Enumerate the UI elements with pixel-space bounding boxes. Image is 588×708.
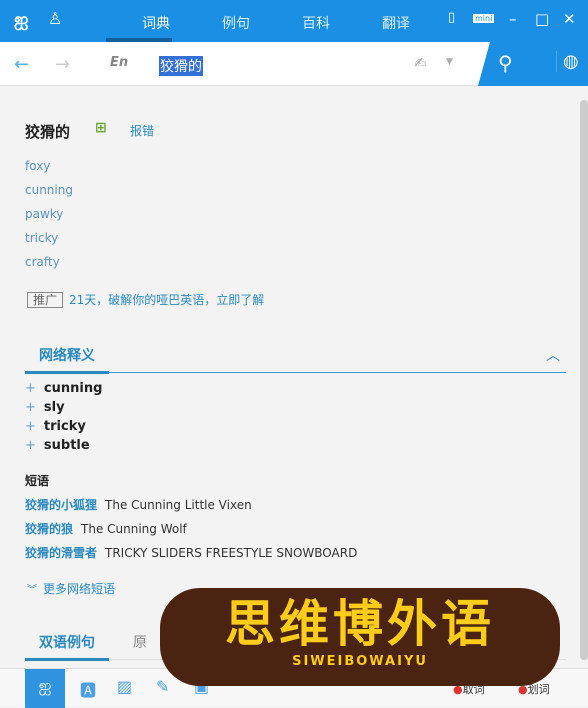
search-button[interactable]: ⚲ ◍ (478, 42, 588, 86)
search-bar: ← → En 狡猾的 ✍ ▼ ⚲ ◍ (0, 42, 588, 86)
expand-icon[interactable]: + (25, 438, 36, 453)
watermark-title: 思维博外语 (225, 595, 495, 653)
promo-text[interactable]: 21天，破解你的哑巴英语，立即了解 (69, 293, 264, 307)
report-error-link[interactable]: 报错 (130, 122, 154, 139)
phrase-en: TRICKY SLIDERS FREESTYLE SNOWBOARD (105, 546, 358, 560)
tab-encyclopedia[interactable]: 百科 (302, 13, 330, 33)
translation-link[interactable]: pawky (25, 207, 63, 221)
headword: 狡猾的 (25, 123, 71, 141)
definition-text: sly (43, 400, 65, 415)
phrase-cn[interactable]: 狡猾的滑雪者 (25, 546, 97, 560)
dictionary-icon[interactable]: ஐ (25, 669, 65, 708)
web-definition-item[interactable]: + cunning (25, 381, 102, 396)
translation-link[interactable]: tricky (25, 231, 58, 245)
web-definitions-header: 网络释义 ︿ (25, 345, 566, 374)
minimize-button[interactable]: – (509, 10, 517, 28)
watermark-logo: 思维博外语 SIWEIBOWAIYU (160, 588, 560, 686)
translation-link[interactable]: cunning (25, 183, 73, 197)
wordbook-icon[interactable]: ✎ (156, 677, 169, 696)
image-translate-icon[interactable]: ▨ (117, 677, 132, 696)
expand-icon[interactable]: + (25, 400, 36, 415)
close-button[interactable]: ✕ (563, 10, 576, 28)
web-definition-item[interactable]: + sly (25, 400, 65, 415)
expand-icon[interactable]: + (25, 381, 36, 396)
phrase-cn[interactable]: 狡猾的小狐狸 (25, 498, 97, 512)
phrase-row: 狡猾的滑雪者 TRICKY SLIDERS FREESTYLE SNOWBOARD (25, 544, 357, 561)
title-bar: ஐ ♙ 词典 例句 百科 翻译 ▯ mini – □ ✕ (0, 0, 588, 42)
tab-original-examples[interactable]: 原 (133, 635, 147, 651)
section-title: 网络释义 (25, 345, 109, 374)
translation-link[interactable]: crafty (25, 255, 60, 269)
phrase-row: 狡猾的小狐狸 The Cunning Little Vixen (25, 496, 252, 513)
scrollbar[interactable] (580, 100, 588, 660)
watermark-subtitle: SIWEIBOWAIYU (292, 654, 428, 669)
tab-bilingual-examples[interactable]: 双语例句 (25, 632, 109, 661)
phrase-cn[interactable]: 狡猾的狼 (25, 522, 73, 536)
tab-dictionary[interactable]: 词典 (142, 13, 170, 33)
phrases-title: 短语 (25, 474, 50, 488)
phone-icon[interactable]: ▯ (448, 10, 455, 25)
mini-mode-button[interactable]: mini (473, 14, 495, 23)
expand-icon[interactable]: + (25, 419, 36, 434)
select-word-label: 划词 (527, 683, 550, 696)
handwriting-icon[interactable]: ✍ (414, 54, 427, 72)
user-icon[interactable]: ♙ (48, 9, 62, 28)
definition-text: subtle (43, 438, 90, 453)
phrase-row: 狡猾的狼 The Cunning Wolf (25, 520, 187, 537)
forward-icon[interactable]: → (55, 54, 70, 75)
search-icon[interactable]: ⚲ (498, 51, 513, 75)
language-selector[interactable]: En (110, 55, 128, 70)
promo-link[interactable]: 推广 21天，破解你的哑巴英语，立即了解 (27, 291, 264, 308)
app-logo-icon[interactable]: ஐ (14, 9, 28, 32)
definition-text: cunning (43, 381, 103, 396)
web-definition-item[interactable]: + tricky (25, 419, 86, 434)
phrase-en: The Cunning Little Vixen (105, 498, 252, 512)
maximize-button[interactable]: □ (535, 10, 549, 28)
tab-translate[interactable]: 翻译 (382, 13, 410, 33)
add-wordbook-icon[interactable]: ⊞ (95, 120, 107, 136)
globe-icon[interactable]: ◍ (556, 51, 579, 72)
tab-examples[interactable]: 例句 (222, 13, 250, 33)
more-phrases-link[interactable]: ︾ 更多网络短语 (27, 580, 115, 597)
search-input[interactable]: 狡猾的 (159, 56, 203, 76)
phrase-en: The Cunning Wolf (81, 522, 187, 536)
word-card-icon[interactable]: 🅰 (80, 677, 96, 701)
collapse-icon[interactable]: ︿ (546, 345, 560, 365)
translation-link[interactable]: foxy (25, 159, 50, 173)
more-text[interactable]: 更多网络短语 (43, 582, 115, 596)
definition-text: tricky (43, 419, 86, 434)
chevron-down-icon: ︾ (27, 585, 37, 596)
web-definition-item[interactable]: + subtle (25, 438, 90, 453)
back-icon[interactable]: ← (14, 54, 29, 75)
dropdown-icon[interactable]: ▼ (446, 57, 453, 67)
promo-tag: 推广 (27, 292, 64, 308)
